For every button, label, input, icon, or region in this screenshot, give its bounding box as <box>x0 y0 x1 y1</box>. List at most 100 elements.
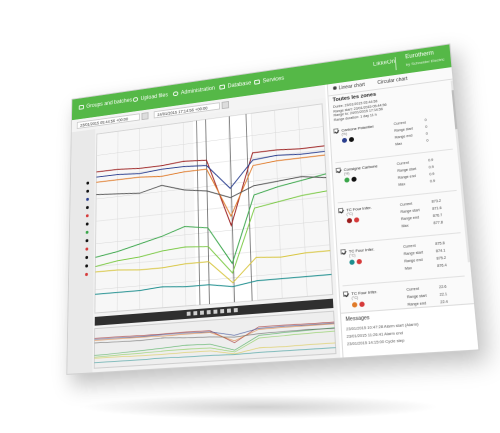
brand-divider <box>395 56 398 71</box>
zoom-tool-icon <box>220 309 225 314</box>
zoom-tool-icon <box>213 309 218 314</box>
chart-area[interactable] <box>67 97 341 375</box>
stat-value: 0 <box>425 124 428 129</box>
stat-value: 875.2 <box>436 255 447 261</box>
stat-label: Range start <box>400 208 420 215</box>
zoom-tool-icon <box>206 310 211 315</box>
stat-value: 876.4 <box>436 263 447 269</box>
stat-value: 876.7 <box>432 213 443 219</box>
stat-label: Max <box>398 182 406 187</box>
color-swatch[interactable] <box>348 136 355 143</box>
screenshot-stage: Groups and batches Upload files Administ… <box>0 0 500 433</box>
checkbox-icon[interactable] <box>333 128 339 134</box>
stat-label: Range start <box>403 250 424 257</box>
stat-value: 0.9 <box>429 178 436 184</box>
nav-item-label: Groups and batches <box>86 97 133 110</box>
color-swatch[interactable] <box>359 301 365 308</box>
stat-value: 0.9 <box>427 157 434 163</box>
nav-item-groups-and-batches[interactable]: Groups and batches <box>78 97 133 112</box>
stat-label: Range start <box>406 293 427 300</box>
stat-label: Range start <box>394 126 414 133</box>
cloud-upload-icon <box>132 96 139 103</box>
series-unit: (°C) <box>346 211 354 217</box>
nav-item-label: Administration <box>180 85 215 97</box>
checkbox-icon[interactable] <box>335 167 341 173</box>
color-swatch[interactable] <box>344 177 350 183</box>
checkbox-icon[interactable] <box>337 207 344 214</box>
series-card[interactable]: TC Four Infer. (°C) Current 875.8 Range star… <box>340 236 465 287</box>
tab-label: Linear chart <box>338 82 366 92</box>
message-item[interactable]: 23/01/2015 11:26:41 Alarm end <box>346 331 403 339</box>
stat-value: 0 <box>424 118 427 123</box>
tab-circular-chart[interactable]: Circular chart <box>377 76 408 87</box>
stat-label: Current <box>402 243 416 249</box>
series-unit: (%) <box>343 171 350 176</box>
stat-label: Range end <box>394 133 413 140</box>
checkbox-icon[interactable] <box>340 248 346 255</box>
stat-label: Max <box>395 141 403 147</box>
stat-label: Current <box>399 201 413 207</box>
series-unit: (%) <box>341 131 348 137</box>
color-swatch[interactable] <box>349 259 355 266</box>
stat-label: Current <box>406 286 420 292</box>
nav-item-services[interactable]: Services <box>254 75 284 86</box>
zoom-tool-icon <box>193 311 198 316</box>
nav-item-upload-files[interactable]: Upload files <box>132 92 169 104</box>
checkbox-icon[interactable] <box>342 291 349 297</box>
calendar-icon[interactable] <box>221 100 230 110</box>
zoom-tool-icon <box>200 310 204 315</box>
color-swatch[interactable] <box>341 137 348 144</box>
stat-value: 22.6 <box>438 284 447 290</box>
stat-value: 0 <box>426 138 429 143</box>
stat-label: Range end <box>397 173 416 180</box>
nav-item-label: Database <box>227 80 252 90</box>
stat-value: 22.1 <box>439 292 448 297</box>
series-card[interactable]: TC Four Infer. (°C) Current 873.2 Range star… <box>337 193 461 245</box>
series-list: Carbone Potentiel (%) Current 0 Range start 0… <box>333 112 469 332</box>
nav-item-database[interactable]: Database <box>219 80 251 92</box>
tab-linear-chart[interactable]: Linear chart <box>332 82 366 93</box>
stat-value: 873.2 <box>431 198 442 204</box>
brand-name: LikkeOn <box>372 59 396 68</box>
zoom-tool-icon <box>186 311 191 316</box>
color-swatch[interactable] <box>346 217 353 224</box>
database-icon <box>219 84 225 90</box>
stat-value: 0.9 <box>428 164 435 170</box>
device-shadow <box>80 395 440 419</box>
scrollbar-thumb[interactable] <box>451 89 459 130</box>
stat-value: 22.4 <box>440 299 449 305</box>
color-swatch[interactable] <box>351 302 358 308</box>
stat-value: 871.6 <box>432 205 442 211</box>
stat-label: Range end <box>400 215 420 222</box>
stat-value: 877.8 <box>433 220 444 226</box>
stat-value: 0 <box>425 131 429 136</box>
stat-label: Current <box>393 120 406 127</box>
trend-chart[interactable] <box>67 98 340 375</box>
nav-item-label: Services <box>262 75 285 85</box>
stat-label: Current <box>396 160 410 167</box>
zoom-tool-icon <box>226 308 231 313</box>
right-panel: Linear chart Circular chart Toutes les z… <box>326 66 480 361</box>
y-axis-column <box>67 129 96 375</box>
radio-icon <box>332 85 337 91</box>
stat-label: Range end <box>404 257 423 264</box>
calendar-icon[interactable] <box>141 112 149 121</box>
brand-logo: Eurotherm by Schneider Electric <box>395 49 445 71</box>
app-window: Groups and batches Upload files Administ… <box>66 43 480 375</box>
color-swatch[interactable] <box>356 258 363 265</box>
services-icon <box>254 79 260 85</box>
tab-label: Circular chart <box>377 76 408 86</box>
stat-label: Max <box>404 266 413 271</box>
messages-panel: Messages 23/01/2015 10:47:28 Alarm start… <box>340 302 480 361</box>
stat-value: 874.1 <box>435 248 446 254</box>
nav-item-label: Upload files <box>140 92 169 102</box>
message-item[interactable]: 23/01/2015 14:15:00 Cycle step <box>347 338 405 346</box>
nav-item-administration[interactable]: Administration <box>172 85 215 98</box>
color-swatch[interactable] <box>353 217 360 223</box>
message-item[interactable]: 23/01/2015 10:47:28 Alarm start (Alarm) <box>346 322 419 331</box>
stat-label: Range start <box>397 166 417 173</box>
messages-title: Messages <box>345 314 370 323</box>
series-unit: (°C) <box>351 295 359 301</box>
color-swatch[interactable] <box>351 176 357 183</box>
stat-label: Max <box>401 223 409 229</box>
